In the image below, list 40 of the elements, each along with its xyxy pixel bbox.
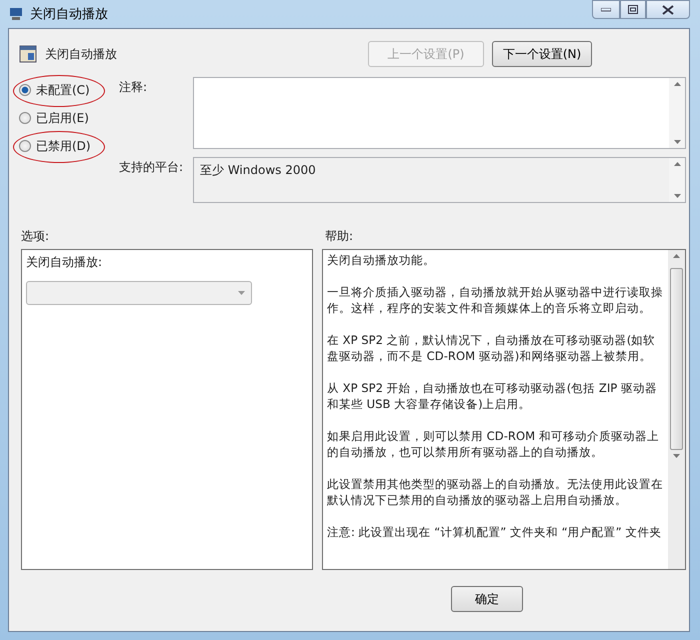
radio-icon[interactable]: [19, 84, 31, 96]
radio-option[interactable]: 未配置(C): [19, 81, 119, 99]
radio-icon[interactable]: [19, 140, 31, 152]
maximize-icon: [628, 5, 638, 14]
options-label: 选项:: [21, 228, 50, 244]
help-label: 帮助:: [325, 228, 354, 244]
help-paragraph: 关闭自动播放功能。: [327, 252, 436, 268]
maximize-button[interactable]: [620, 0, 646, 19]
comment-label: 注释:: [119, 79, 148, 96]
help-paragraph: 此设置禁用其他类型的驱动器上的自动播放。无法使用此设置在默认情况下已禁用的自动播放的驱动器上启用自动播放。: [327, 476, 664, 508]
radio-option[interactable]: 已禁用(D): [19, 137, 119, 155]
caret-icon: [238, 291, 245, 295]
platform-label: 支持的平台:: [119, 159, 184, 176]
scroll-down-icon[interactable]: [674, 140, 680, 144]
close-icon: [662, 4, 674, 14]
close-button[interactable]: [646, 0, 690, 19]
policy-icon: [19, 45, 37, 63]
platform-value: 至少 Windows 2000: [199, 162, 317, 179]
help-paragraph: 在 XP SP2 之前，默认情况下，自动播放在可移动驱动器(如软盘驱动器，而不是 CD-ROM 驱动器)和网络驱动器上被禁用。: [327, 332, 656, 364]
radio-option[interactable]: 已启用(E): [19, 109, 119, 127]
help-paragraph: 注意: 此设置出现在 “计算机配置” 文件夹和 “用户配置” 文件夹: [327, 524, 662, 540]
comment-field[interactable]: [193, 77, 686, 149]
help-paragraph: 一旦将介质插入驱动器，自动播放就开始从驱动器中进行读取操作。这样，程序的安装文件和音频媒体上的音乐将立即启动。: [327, 284, 664, 316]
window-title: 关闭自动播放: [30, 6, 108, 23]
ok-button[interactable]: 确定: [451, 586, 523, 612]
computer-icon: [8, 6, 24, 22]
minimize-icon: [601, 8, 611, 12]
next-setting-button[interactable]: 下一个设置(N): [492, 41, 592, 67]
scroll-down-icon[interactable]: [673, 454, 680, 458]
scroll-up-icon[interactable]: [674, 82, 680, 86]
minimize-button[interactable]: [592, 0, 620, 19]
scroll-up-icon[interactable]: [674, 162, 680, 166]
help-paragraph: 如果启用此设置，则可以禁用 CD-ROM 和可移动介质驱动器上的自动播放，也可以禁用所有驱动器上的自动播放。: [327, 428, 660, 460]
scroll-down-icon[interactable]: [674, 194, 680, 198]
scroll-thumb[interactable]: [670, 268, 683, 450]
radio-icon[interactable]: [19, 112, 31, 124]
scroll-up-icon[interactable]: [673, 254, 680, 258]
dropdown-label: 关闭自动播放:: [26, 254, 104, 271]
help-paragraph: 从 XP SP2 开始，自动播放也在可移动驱动器(包括 ZIP 驱动器和某些 USB 大容量存储设备)上启用。: [327, 380, 658, 412]
policy-title: 关闭自动播放: [45, 46, 117, 62]
